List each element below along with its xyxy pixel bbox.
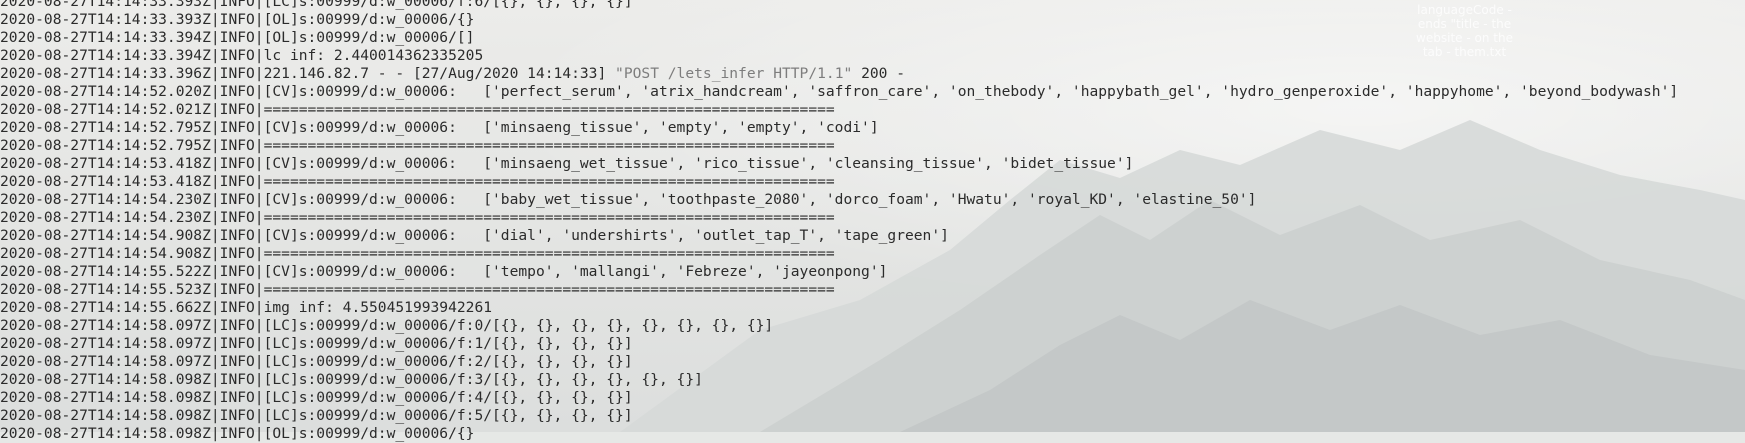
log-line: 2020-08-27T14:14:55.522Z|INFO|[CV]s:0099… bbox=[0, 263, 888, 280]
log-line: 2020-08-27T14:14:52.020Z|INFO|[CV]s:0099… bbox=[0, 83, 1679, 100]
log-line: 2020-08-27T14:14:52.795Z|INFO|[CV]s:0099… bbox=[0, 119, 879, 136]
log-line: 2020-08-27T14:14:54.908Z|INFO|[CV]s:0099… bbox=[0, 227, 949, 244]
log-line: 2020-08-27T14:14:58.098Z|INFO|[OL]s:0099… bbox=[0, 425, 475, 442]
log-line: 2020-08-27T14:14:53.418Z|INFO|==========… bbox=[0, 173, 835, 190]
log-line: 2020-08-27T14:14:54.230Z|INFO|==========… bbox=[0, 209, 835, 226]
log-line: 2020-08-27T14:14:33.394Z|INFO|[OL]s:0099… bbox=[0, 29, 475, 46]
log-line: 2020-08-27T14:14:52.795Z|INFO|==========… bbox=[0, 137, 835, 154]
log-line: 2020-08-27T14:14:54.908Z|INFO|==========… bbox=[0, 245, 835, 262]
log-line: 2020-08-27T14:14:55.662Z|INFO|img inf: 4… bbox=[0, 299, 493, 316]
log-line: 2020-08-27T14:14:53.418Z|INFO|[CV]s:0099… bbox=[0, 155, 1134, 172]
log-line: 2020-08-27T14:14:58.097Z|INFO|[LC]s:0099… bbox=[0, 353, 633, 370]
log-line: 2020-08-27T14:14:54.230Z|INFO|[CV]s:0099… bbox=[0, 191, 1257, 208]
log-line: 2020-08-27T14:14:33.393Z|INFO|[OL]s:0099… bbox=[0, 11, 475, 28]
log-line: 2020-08-27T14:14:58.098Z|INFO|[LC]s:0099… bbox=[0, 407, 633, 424]
terminal-output: 2020-08-27T14:14:33.393Z|INFO|[LC]s:0099… bbox=[0, 0, 1745, 443]
log-line: 2020-08-27T14:14:58.097Z|INFO|[LC]s:0099… bbox=[0, 317, 774, 334]
log-line: 2020-08-27T14:14:33.396Z|INFO|221.146.82… bbox=[0, 65, 1745, 83]
response-status: 200 - bbox=[852, 65, 905, 82]
log-line: 2020-08-27T14:14:33.394Z|INFO|lc inf: 2.… bbox=[0, 47, 484, 64]
log-line: 2020-08-27T14:14:55.523Z|INFO|==========… bbox=[0, 281, 835, 298]
log-line-prefix: 2020-08-27T14:14:33.396Z|INFO|221.146.82… bbox=[0, 65, 616, 82]
log-line: 2020-08-27T14:14:58.097Z|INFO|[LC]s:0099… bbox=[0, 335, 633, 352]
log-line: 2020-08-27T14:14:52.021Z|INFO|==========… bbox=[0, 101, 835, 118]
log-line: 2020-08-27T14:14:58.098Z|INFO|[LC]s:0099… bbox=[0, 371, 703, 388]
request-string: "POST /lets_infer HTTP/1.1" bbox=[615, 65, 853, 82]
log-line: 2020-08-27T14:14:58.098Z|INFO|[LC]s:0099… bbox=[0, 389, 633, 406]
log-line: 2020-08-27T14:14:33.393Z|INFO|[LC]s:0099… bbox=[0, 0, 633, 10]
